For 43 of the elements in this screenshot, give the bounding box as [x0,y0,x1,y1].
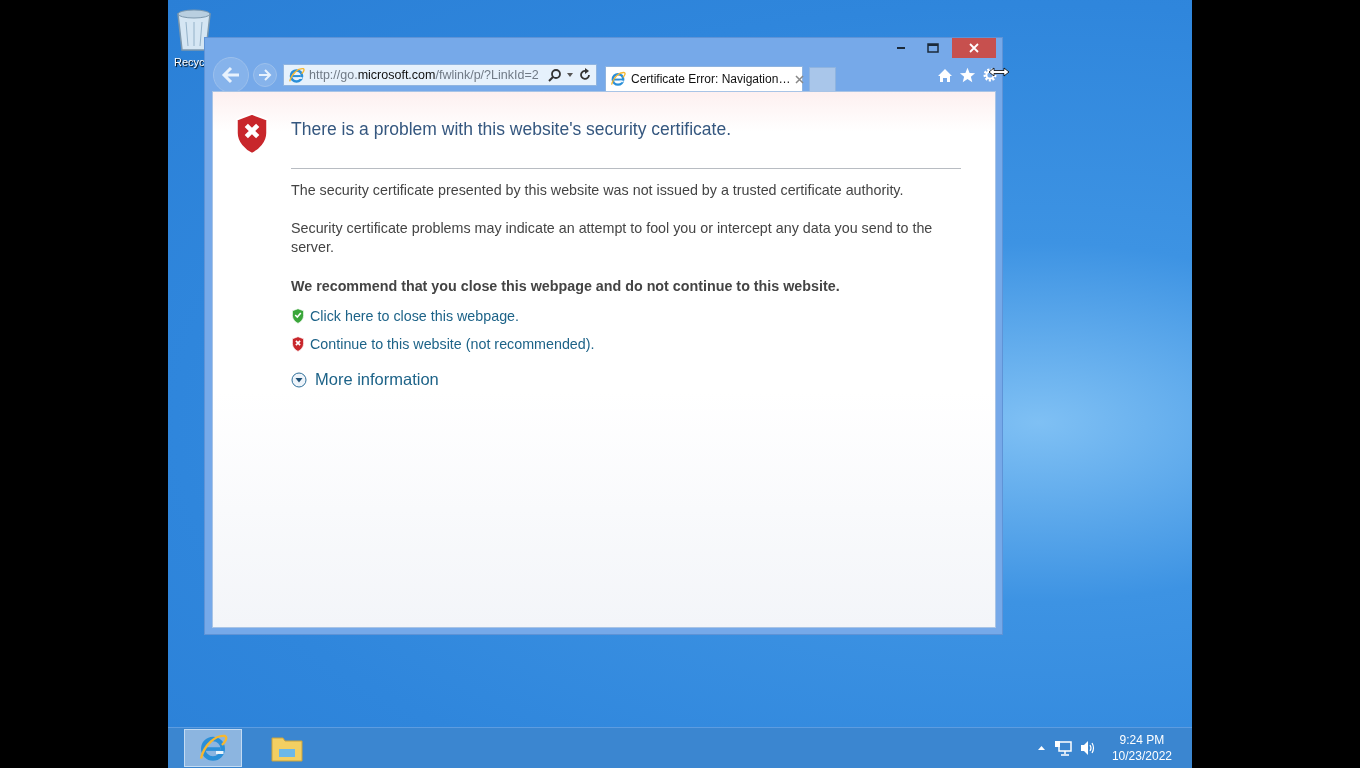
shield-check-icon [291,308,305,325]
show-hidden-icons-caret-icon[interactable] [1036,745,1046,751]
folder-icon [271,734,303,762]
clock-time: 9:24 PM [1119,732,1165,748]
settings-icon [982,67,998,83]
network-icon[interactable] [1053,740,1072,756]
taskbar-clock[interactable]: 9:24 PM 10/23/2022 [1111,732,1172,764]
shield-x-icon [291,336,305,353]
warning-paragraph: Security certificate problems may indicate an attempt to fool you or intercept any data you send to the server. [291,219,934,257]
continue-link[interactable]: Continue to this website (not recommended). [310,336,595,353]
maximize-icon [927,43,939,53]
browser-logo-icon [610,71,626,87]
error-heading: There is a problem with this website's security certificate. [291,112,961,169]
resize-cursor-icon [988,67,1010,77]
browser-taskbar-button[interactable] [184,729,242,767]
star-icon [959,67,976,83]
forward-button[interactable] [253,63,277,87]
forward-arrow-icon [258,69,272,81]
home-icon [937,67,953,83]
close-page-link[interactable]: Click here to close this webpage. [310,308,519,324]
search-icon[interactable] [548,68,562,82]
speaker-icon[interactable] [1079,740,1096,756]
more-information-toggle[interactable]: More information [291,370,961,390]
recommendation-text: We recommend that you close this webpage and do not continue to this website. [291,277,841,296]
warning-paragraph: The security certificate presented by this website was not issued by a trusted certificate authority. [291,181,905,200]
favorites-button[interactable] [959,67,976,83]
address-bar[interactable]: http://go.microsoft.com/fwlink/p/?LinkId=2 [283,64,597,86]
browser-tab[interactable]: Certificate Error: Navigation… [605,66,803,91]
dropdown-caret-icon[interactable] [566,72,574,78]
close-button[interactable] [952,38,996,58]
tab-close-icon[interactable] [795,74,805,84]
close-icon [969,43,979,53]
url-text[interactable]: http://go.microsoft.com/fwlink/p/?LinkId=2 [309,68,544,82]
recycle-bin-icon[interactable] [174,8,214,52]
expand-icon [291,371,307,388]
browser-logo-icon [198,733,228,763]
back-arrow-icon [221,66,241,84]
clock-date: 10/23/2022 [1111,748,1172,764]
refresh-icon[interactable] [578,68,592,82]
minimize-icon [897,47,905,49]
home-button[interactable] [937,67,953,83]
browser-logo-icon [288,66,305,84]
desktop-icon-label[interactable]: Recyc [174,56,206,68]
